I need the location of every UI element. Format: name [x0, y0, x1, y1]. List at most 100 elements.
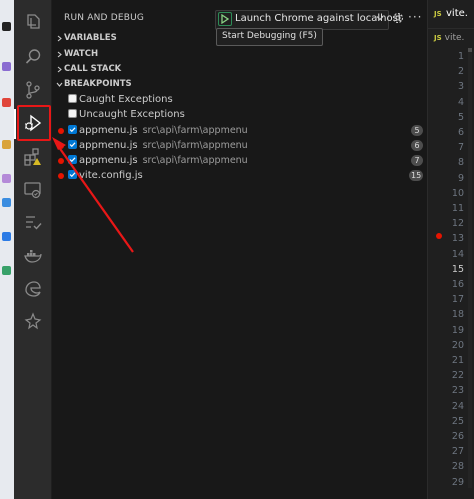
- line-number: 8: [457, 157, 464, 169]
- checkbox[interactable]: [68, 109, 77, 118]
- js-file-icon: JS: [434, 10, 442, 18]
- checkbox[interactable]: [68, 125, 77, 134]
- checkbox[interactable]: [68, 94, 77, 103]
- line-number: 20: [451, 339, 464, 351]
- exception-label: Caught Exceptions: [79, 94, 173, 105]
- section-label: CALL STACK: [64, 64, 122, 74]
- line-number: 10: [451, 187, 464, 199]
- section-watch[interactable]: WATCH: [52, 47, 427, 62]
- breakpoint-row[interactable]: appmenu.js src\api\farm\appmenu 7: [52, 153, 427, 168]
- chevron-down-icon[interactable]: [376, 14, 384, 22]
- more-actions-icon[interactable]: ···: [408, 10, 422, 24]
- chevron-right-icon: [57, 35, 62, 42]
- exception-row[interactable]: Uncaught Exceptions: [52, 107, 427, 122]
- line-number: 16: [451, 279, 464, 290]
- line-number: 23: [451, 385, 464, 397]
- checkbox[interactable]: [68, 140, 77, 149]
- play-icon: [221, 14, 229, 24]
- line-number-badge: 5: [411, 125, 423, 136]
- extensions-icon[interactable]: [23, 147, 43, 167]
- editor-scrollbar[interactable]: [468, 48, 472, 488]
- scrollbar-thumb[interactable]: [468, 48, 472, 52]
- activity-bar: [14, 0, 52, 499]
- breakpoint-file: appmenu.js: [79, 125, 138, 136]
- gear-icon[interactable]: [392, 12, 404, 24]
- checkbox[interactable]: [68, 170, 77, 179]
- line-number: 19: [451, 324, 464, 336]
- breakpoint-path: src\api\farm\appmenu: [142, 125, 248, 136]
- breadcrumb-label: vite.: [444, 33, 465, 43]
- chevron-right-icon: [57, 51, 62, 58]
- app-icon[interactable]: [2, 62, 11, 71]
- tab-label: vite.: [446, 8, 468, 19]
- line-number: 5: [457, 111, 464, 123]
- start-debugging-button[interactable]: [218, 12, 232, 26]
- app-icon[interactable]: [2, 140, 11, 149]
- editor-tab[interactable]: JS vite.: [428, 0, 474, 29]
- ai-icon[interactable]: [23, 312, 43, 332]
- breakpoint-file: appmenu.js: [79, 140, 138, 151]
- line-number: 24: [451, 400, 464, 412]
- line-number-badge: 6: [411, 140, 423, 151]
- breakpoint-dot-icon: [58, 143, 64, 149]
- line-number: 2: [457, 66, 464, 78]
- section-variables[interactable]: VARIABLES: [52, 31, 427, 46]
- section-breakpoints[interactable]: BREAKPOINTS: [52, 77, 427, 92]
- breakpoint-row[interactable]: vite.config.js 15: [52, 168, 427, 183]
- checkbox[interactable]: [68, 155, 77, 164]
- app-icon[interactable]: [2, 198, 11, 207]
- docker-icon[interactable]: [23, 246, 43, 266]
- app-icon[interactable]: [2, 266, 11, 275]
- line-number: 15: [451, 263, 464, 275]
- app-icon[interactable]: [2, 98, 11, 107]
- breadcrumb[interactable]: JS vite.: [434, 33, 464, 43]
- app-icon[interactable]: [2, 174, 11, 183]
- breakpoint-dot-icon[interactable]: [436, 233, 442, 239]
- line-number: 1: [457, 51, 464, 62]
- line-number: 22: [451, 370, 464, 382]
- breakpoint-path: src\api\farm\appmenu: [142, 155, 248, 166]
- breakpoint-row[interactable]: appmenu.js src\api\farm\appmenu 6: [52, 138, 427, 153]
- run-debug-sidebar: RUN AND DEBUG Launch Chrome against loca…: [52, 0, 427, 499]
- line-number: 6: [457, 127, 464, 138]
- js-file-icon: JS: [434, 34, 442, 42]
- chevron-down-icon: [56, 82, 63, 87]
- exception-row[interactable]: Caught Exceptions: [52, 92, 427, 107]
- breakpoint-dot-icon: [58, 158, 64, 164]
- line-number: 4: [457, 96, 464, 108]
- active-indicator: [14, 109, 16, 139]
- remote-explorer-icon[interactable]: [23, 180, 43, 200]
- line-number-badge: 7: [411, 155, 423, 166]
- line-number-badge: 15: [409, 170, 424, 181]
- files-icon[interactable]: [23, 12, 43, 32]
- edge-icon[interactable]: [23, 279, 43, 299]
- line-number: 25: [451, 415, 464, 427]
- line-number: 27: [451, 446, 464, 458]
- app-icon[interactable]: [2, 232, 11, 241]
- annotation-highlight-box: [17, 105, 51, 141]
- breakpoint-dot-icon: [58, 128, 64, 134]
- sidebar-title: RUN AND DEBUG: [64, 13, 145, 23]
- line-number: 28: [451, 461, 464, 473]
- breakpoint-dot-icon: [58, 173, 64, 179]
- breakpoint-file: appmenu.js: [79, 155, 138, 166]
- editor-pane: JS vite. JS vite. 1 2 3 4 5 6 7 8 9 10 11 12 13 14 15 16…: [427, 0, 474, 499]
- section-call-stack[interactable]: CALL STACK: [52, 62, 427, 77]
- breakpoint-row[interactable]: appmenu.js src\api\farm\appmenu 5: [52, 123, 427, 138]
- search-icon[interactable]: [23, 47, 43, 67]
- source-control-icon[interactable]: [23, 80, 43, 100]
- line-number: 14: [451, 248, 464, 260]
- app-icon[interactable]: [2, 22, 11, 31]
- section-label: WATCH: [64, 49, 99, 59]
- desktop-taskbar-strip: [0, 0, 15, 499]
- breakpoint-path: src\api\farm\appmenu: [142, 140, 248, 151]
- line-number: 9: [457, 172, 464, 184]
- line-number: 11: [451, 203, 464, 214]
- line-number: 21: [451, 355, 464, 366]
- line-number: 3: [457, 81, 464, 93]
- testing-icon[interactable]: [23, 213, 43, 233]
- launch-config-bar[interactable]: Launch Chrome against localhost: [215, 10, 402, 30]
- section-label: VARIABLES: [64, 33, 117, 43]
- section-label: BREAKPOINTS: [64, 79, 132, 89]
- line-number: 12: [451, 218, 464, 230]
